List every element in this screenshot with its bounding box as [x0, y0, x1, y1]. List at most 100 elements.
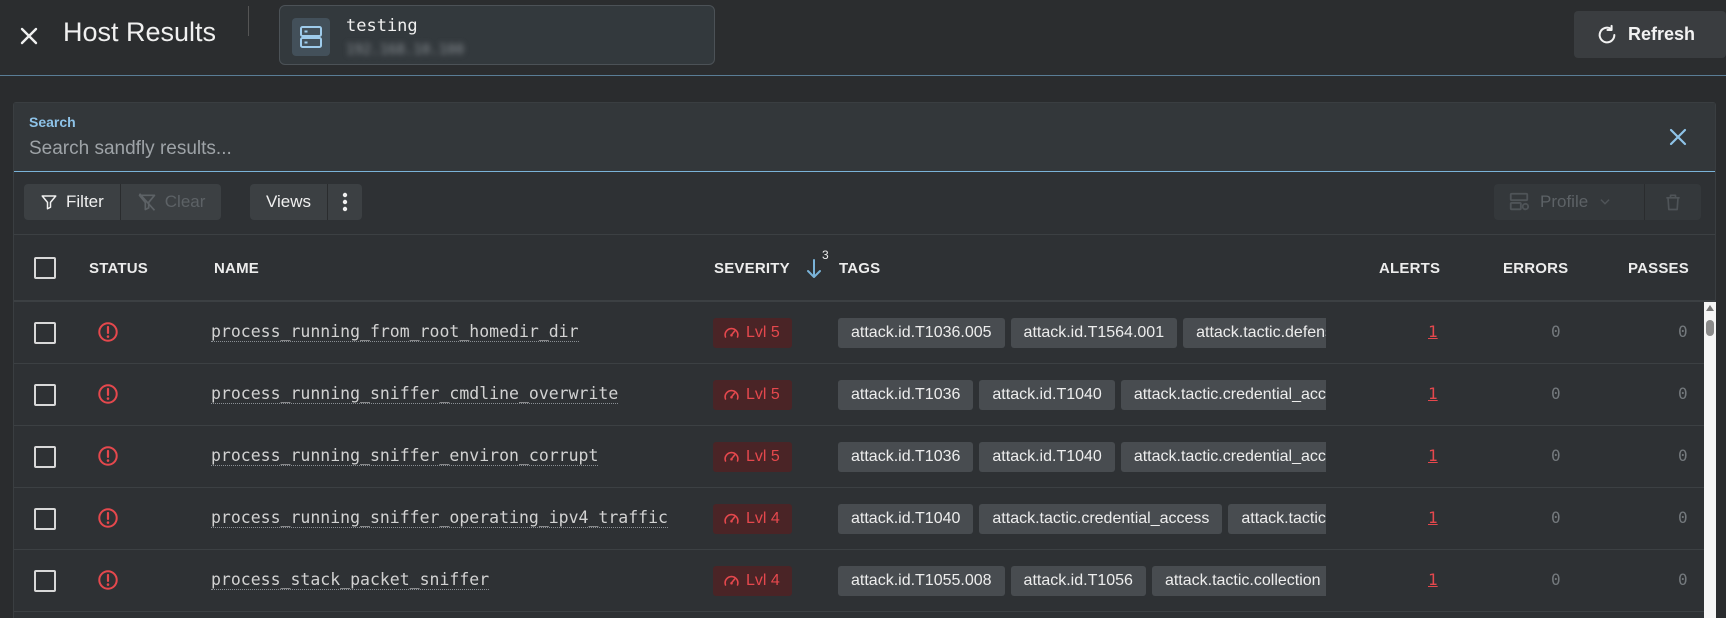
- row-name-link[interactable]: process_running_sniffer_cmdline_overwrit…: [211, 384, 619, 404]
- views-button-group: Views: [250, 184, 363, 220]
- arrow-down-icon[interactable]: [805, 258, 823, 280]
- column-header-tags[interactable]: TAGS: [839, 260, 880, 277]
- clear-button[interactable]: Clear: [121, 184, 222, 220]
- severity-label: Lvl 4: [746, 510, 780, 527]
- tag-chip[interactable]: attack.id.T1564.001: [1010, 318, 1178, 348]
- tag-chip[interactable]: attack.id.T1036: [838, 380, 974, 410]
- column-header-name[interactable]: NAME: [214, 260, 259, 277]
- column-header-status[interactable]: STATUS: [89, 260, 148, 277]
- toolbar: Filter Clear Views Profile: [14, 172, 1715, 234]
- profile-button[interactable]: Profile: [1494, 184, 1626, 220]
- delete-button[interactable]: [1645, 184, 1701, 220]
- search-label: Search: [29, 114, 76, 130]
- tag-chip[interactable]: attack.tactic.credential_access: [1120, 442, 1326, 472]
- host-card[interactable]: testing 192.168.10.100: [279, 5, 715, 65]
- severity-label: Lvl 5: [746, 324, 780, 341]
- severity-badge: Lvl 4: [713, 566, 792, 596]
- tag-chip[interactable]: attack.id.T1036.005: [838, 318, 1005, 348]
- tag-list: attack.id.T1036 attack.id.T1040 attack.t…: [838, 442, 1326, 474]
- gauge-icon: [724, 451, 739, 462]
- tag-chip[interactable]: attack.id.T1040: [979, 442, 1115, 472]
- select-all-checkbox[interactable]: [34, 257, 56, 279]
- tag-chip[interactable]: attack.tactic.discovery: [1228, 504, 1326, 534]
- row-name-link[interactable]: process_running_sniffer_environ_corrupt: [211, 446, 599, 466]
- tag-chip[interactable]: attack.tactic.defense_evasion: [1183, 318, 1326, 348]
- row-checkbox[interactable]: [34, 446, 56, 468]
- table-header: STATUS NAME SEVERITY 3 TAGS ALERTS ERROR…: [14, 234, 1715, 302]
- row-name-link[interactable]: process_stack_packet_sniffer: [211, 570, 490, 590]
- results-panel: Search Filter Clear: [13, 102, 1716, 618]
- header-bar: Host Results testing 192.168.10.100 Refr…: [0, 0, 1726, 76]
- views-label: Views: [266, 192, 312, 211]
- severity-badge: Lvl 5: [713, 380, 792, 410]
- filter-label: Filter: [66, 192, 104, 211]
- more-options-button[interactable]: [328, 184, 362, 220]
- alerts-count[interactable]: 1: [1428, 384, 1438, 403]
- page-title: Host Results: [63, 17, 217, 47]
- tag-chip[interactable]: attack.id.T1055.008: [838, 566, 1005, 596]
- trash-icon: [1666, 194, 1680, 211]
- severity-label: Lvl 5: [746, 448, 780, 465]
- tag-chip[interactable]: attack.tactic.credential_access: [1120, 380, 1326, 410]
- filter-off-icon: [138, 193, 156, 211]
- tag-chip[interactable]: attack.id.T1056: [1010, 566, 1146, 596]
- clear-label: Clear: [164, 192, 206, 211]
- table-row[interactable]: process_running_sniffer_operating_ipv4_t…: [14, 488, 1704, 550]
- passes-count: 0: [1678, 384, 1688, 403]
- filter-button[interactable]: Filter: [24, 184, 120, 220]
- passes-count: 0: [1678, 446, 1688, 465]
- gauge-icon: [724, 513, 739, 524]
- errors-count: 0: [1551, 446, 1561, 465]
- alerts-count[interactable]: 1: [1428, 322, 1438, 341]
- alerts-count[interactable]: 1: [1428, 570, 1438, 589]
- gauge-icon: [724, 327, 739, 338]
- chevron-down-icon: [1600, 199, 1610, 205]
- column-header-errors[interactable]: ERRORS: [1503, 260, 1568, 277]
- tag-chip[interactable]: attack.id.T1036: [838, 442, 974, 472]
- tag-chip[interactable]: attack.tactic.credential_access: [979, 504, 1223, 534]
- column-header-alerts[interactable]: ALERTS: [1379, 260, 1440, 277]
- alert-circle-icon: [98, 384, 118, 404]
- passes-count: 0: [1678, 508, 1688, 527]
- tag-list: attack.id.T1040 attack.tactic.credential…: [838, 504, 1326, 536]
- table-scrollbar[interactable]: [1704, 302, 1716, 618]
- tag-chip[interactable]: attack.tactic.collection: [1151, 566, 1326, 596]
- passes-count: 0: [1678, 570, 1688, 589]
- tag-list: attack.id.T1036.005 attack.id.T1564.001 …: [838, 318, 1326, 350]
- host-name: testing: [346, 16, 418, 36]
- scrollbar-thumb[interactable]: [1706, 320, 1714, 336]
- row-name-link[interactable]: process_running_from_root_homedir_dir: [211, 322, 579, 342]
- column-header-severity[interactable]: SEVERITY: [714, 260, 790, 277]
- search-input[interactable]: [29, 137, 1629, 161]
- row-checkbox[interactable]: [34, 322, 56, 344]
- close-icon[interactable]: [17, 24, 41, 48]
- table-row[interactable]: process_running_sniffer_cmdline_overwrit…: [14, 364, 1704, 426]
- column-header-passes[interactable]: PASSES: [1628, 260, 1689, 277]
- tag-list: attack.id.T1055.008 attack.id.T1056 atta…: [838, 566, 1326, 598]
- row-checkbox[interactable]: [34, 384, 56, 406]
- tag-chip[interactable]: attack.id.T1040: [838, 504, 974, 534]
- passes-count: 0: [1678, 322, 1688, 341]
- alert-circle-icon: [98, 446, 118, 466]
- tag-chip[interactable]: attack.id.T1040: [979, 380, 1115, 410]
- refresh-button[interactable]: Refresh: [1574, 11, 1726, 58]
- scroll-up-icon[interactable]: [1706, 305, 1714, 311]
- row-name-link[interactable]: process_running_sniffer_operating_ipv4_t…: [211, 508, 668, 528]
- table-row[interactable]: process_stack_packet_sniffer Lvl 4 attac…: [14, 550, 1704, 612]
- severity-badge: Lvl 4: [713, 504, 792, 534]
- alerts-count[interactable]: 1: [1428, 508, 1438, 527]
- errors-count: 0: [1551, 384, 1561, 403]
- row-checkbox[interactable]: [34, 508, 56, 530]
- severity-badge: Lvl 5: [713, 442, 792, 472]
- views-button[interactable]: Views: [250, 184, 327, 220]
- severity-label: Lvl 4: [746, 572, 780, 589]
- filter-icon: [41, 195, 57, 210]
- tag-list: attack.id.T1036 attack.id.T1040 attack.t…: [838, 380, 1326, 412]
- close-icon[interactable]: [1666, 125, 1690, 149]
- server-icon: [292, 18, 330, 56]
- alerts-count[interactable]: 1: [1428, 446, 1438, 465]
- row-checkbox[interactable]: [34, 570, 56, 592]
- table-row[interactable]: process_running_sniffer_environ_corrupt …: [14, 426, 1704, 488]
- table-row[interactable]: process_running_from_root_homedir_dir Lv…: [14, 302, 1704, 364]
- refresh-label: Refresh: [1628, 24, 1696, 44]
